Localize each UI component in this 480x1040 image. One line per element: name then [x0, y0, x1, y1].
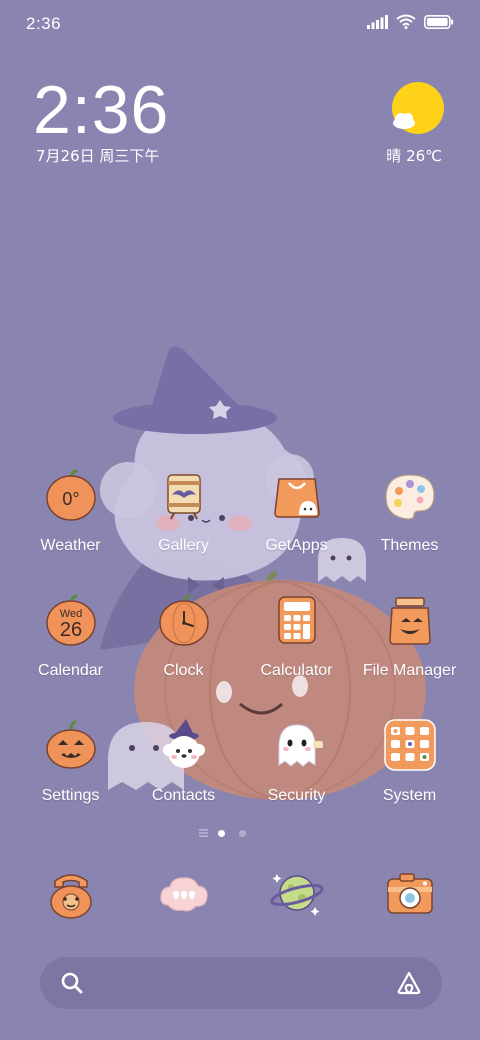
- app-contacts[interactable]: Contacts: [127, 717, 240, 806]
- search-icon[interactable]: [60, 971, 84, 995]
- settings-jack-o-lantern-icon: [45, 720, 96, 769]
- home-search-bar[interactable]: [40, 957, 442, 1009]
- browser-planet-icon: [269, 874, 324, 916]
- dock-camera[interactable]: [353, 865, 466, 921]
- app-security[interactable]: Security: [240, 717, 353, 806]
- calendar-icon-date: 26: [59, 619, 81, 641]
- app-clock[interactable]: Clock: [127, 592, 240, 681]
- file-manager-jar-icon: [388, 597, 431, 645]
- app-label: Calendar: [38, 662, 103, 679]
- app-calculator[interactable]: Calculator: [240, 592, 353, 681]
- clock-widget-time[interactable]: 2:36: [33, 70, 169, 150]
- app-system-folder[interactable]: System: [353, 717, 466, 806]
- app-weather[interactable]: 0° Weather: [14, 467, 127, 556]
- app-file-manager[interactable]: File Manager: [353, 592, 466, 681]
- page-dot-active[interactable]: [218, 829, 225, 837]
- messages-icon: [159, 877, 208, 912]
- system-folder-icon: [383, 719, 436, 771]
- app-label: Themes: [380, 537, 439, 554]
- app-getapps[interactable]: GetApps: [240, 467, 353, 556]
- status-icons: [367, 14, 454, 29]
- gallery-easel-icon: [166, 474, 201, 520]
- app-label: GetApps: [265, 537, 328, 554]
- clock-pumpkin-icon: [158, 594, 209, 646]
- app-settings[interactable]: Settings: [14, 717, 127, 806]
- dock-phone[interactable]: [14, 865, 127, 921]
- calculator-icon: [277, 596, 316, 644]
- weather-widget-text: 晴 26℃: [386, 147, 442, 165]
- security-ghost-icon: [278, 724, 323, 767]
- camera-icon: [386, 873, 433, 914]
- themes-palette-icon: [384, 474, 435, 520]
- getapps-bag-icon: [273, 478, 320, 518]
- app-label: Security: [267, 787, 326, 804]
- page-indicator[interactable]: [199, 829, 246, 837]
- app-themes[interactable]: Themes: [353, 467, 466, 556]
- clock-widget-date: 7月26日 周三下午: [36, 147, 160, 165]
- wifi-icon: [396, 14, 416, 29]
- app-label: File Manager: [362, 662, 457, 679]
- calendar-pumpkin-icon: Wed 26: [45, 594, 96, 646]
- app-vault-icon[interactable]: [396, 970, 422, 996]
- feed-lines-icon[interactable]: [199, 829, 208, 837]
- app-label: Gallery: [158, 537, 209, 554]
- app-label: Clock: [163, 662, 204, 679]
- battery-icon: [424, 14, 454, 29]
- contacts-puppy-icon: [162, 719, 205, 768]
- phone-icon: [49, 874, 92, 919]
- page-dot[interactable]: [239, 829, 246, 837]
- app-label: Settings: [41, 787, 100, 804]
- app-label: Calculator: [260, 662, 333, 679]
- dock-messages[interactable]: [127, 865, 240, 921]
- dock-browser[interactable]: [240, 865, 353, 921]
- weather-pumpkin-icon: 0°: [45, 469, 96, 521]
- signal-icon: [367, 14, 388, 29]
- app-label: Contacts: [151, 787, 216, 804]
- status-bar-time: 2:36: [26, 14, 62, 33]
- app-gallery[interactable]: Gallery: [127, 467, 240, 556]
- sun-cloud-icon[interactable]: [385, 80, 447, 138]
- weather-icon-text: 0°: [62, 489, 79, 509]
- app-label: System: [382, 787, 437, 804]
- app-calendar[interactable]: Wed 26 Calendar: [14, 592, 127, 681]
- app-label: Weather: [40, 537, 101, 554]
